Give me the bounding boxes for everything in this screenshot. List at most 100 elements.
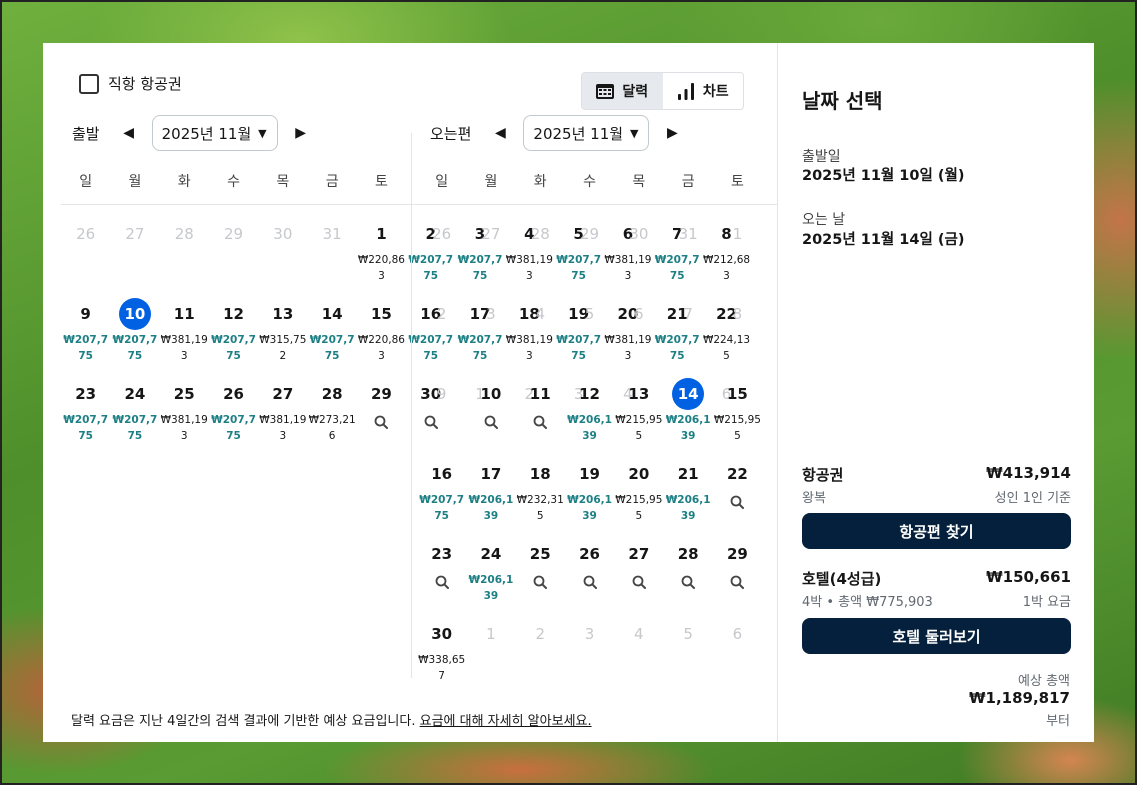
day-cell[interactable]: 29 <box>713 525 762 605</box>
day-cell[interactable]: 10 <box>466 365 515 445</box>
depart-month-value: 2025년 11월 <box>161 124 252 143</box>
return-calendar: 오는편 ◀ 2025년 11월 ▼ ▶ 일월화수목금토 26 27 28 29 30 31… <box>417 113 777 685</box>
day-cell[interactable]: 23 ₩207,775 <box>61 365 110 445</box>
hotel-basis: 1박 요금 <box>1022 595 1071 610</box>
day-number: 10 <box>480 385 502 403</box>
search-icon[interactable] <box>681 574 696 593</box>
day-cell: 31 <box>663 205 712 285</box>
day-cell[interactable]: 15 ₩215,955 <box>713 365 762 445</box>
search-icon[interactable] <box>533 574 548 593</box>
day-cell[interactable]: 12 ₩207,775 <box>209 285 258 365</box>
day-cell-selected[interactable]: 14 ₩206,139 <box>663 365 712 445</box>
day-number: 27 <box>481 225 501 243</box>
day-price: ₩207,775 <box>63 414 109 442</box>
day-cell[interactable]: 14 ₩207,775 <box>307 285 356 365</box>
day-cell[interactable]: 11 ₩381,193 <box>160 285 209 365</box>
day-cell[interactable]: 12 ₩206,139 <box>565 365 614 445</box>
day-price: ₩207,775 <box>211 334 256 362</box>
day-cell[interactable]: 28 <box>663 525 712 605</box>
day-number: 8 <box>732 305 743 323</box>
day-number: 25 <box>529 545 551 563</box>
chart-view-label: 차트 <box>702 84 729 100</box>
return-next-month-icon[interactable]: ▶ <box>661 125 683 141</box>
day-number: 12 <box>579 385 600 403</box>
day-number: 14 <box>672 378 705 410</box>
day-cell[interactable]: 9 ₩207,775 <box>61 285 110 365</box>
day-cell: 28 <box>160 205 209 285</box>
return-month-select[interactable]: 2025년 11월 ▼ <box>523 115 650 151</box>
weekday-label: 목 <box>276 174 290 190</box>
day-cell[interactable]: 19 ₩206,139 <box>565 445 614 525</box>
day-cell: 2 <box>417 285 466 365</box>
day-cell[interactable]: 1 ₩220,863 <box>357 205 406 285</box>
day-cell-selected[interactable]: 10 ₩207,775 <box>110 285 159 365</box>
day-cell[interactable]: 22 <box>713 445 762 525</box>
search-icon[interactable] <box>730 494 745 513</box>
day-cell: 1 <box>713 205 762 285</box>
day-cell[interactable]: 16 ₩207,775 <box>417 445 466 525</box>
day-number: 21 <box>677 465 699 483</box>
date-picker-card: 직항 항공권 달력 차트 출발 ◀ 2025년 11월 ▼ ▶ 일 월 화 수 … <box>43 43 1094 742</box>
day-price: ₩206,139 <box>468 494 514 522</box>
chevron-down-icon: ▼ <box>629 126 639 140</box>
day-cell[interactable]: 24 ₩206,139 <box>466 525 515 605</box>
day-cell[interactable]: 30 ₩338,657 <box>417 605 466 685</box>
day-cell[interactable]: 18 ₩232,315 <box>516 445 565 525</box>
day-cell[interactable]: 20 ₩215,955 <box>614 445 663 525</box>
day-cell[interactable]: 13 ₩215,955 <box>614 365 663 445</box>
day-cell[interactable]: 28 ₩273,216 <box>307 365 356 445</box>
search-icon[interactable] <box>730 574 745 593</box>
day-number: 11 <box>529 385 551 403</box>
search-icon[interactable] <box>484 414 498 433</box>
search-icon[interactable] <box>435 574 449 593</box>
day-cell[interactable]: 17 ₩206,139 <box>466 445 515 525</box>
day-cell[interactable]: 26 ₩207,775 <box>209 365 258 445</box>
depart-month-select[interactable]: 2025년 11월 ▼ <box>151 115 278 151</box>
depart-prev-month-icon[interactable]: ◀ <box>118 125 140 141</box>
day-cell[interactable]: 25 <box>516 525 565 605</box>
search-icon[interactable] <box>583 574 597 593</box>
calendar-view-button[interactable]: 달력 <box>582 73 663 109</box>
day-number: 20 <box>628 465 650 483</box>
day-cell[interactable]: 27 <box>614 525 663 605</box>
day-cell[interactable]: 26 <box>565 525 614 605</box>
day-price: ₩232,315 <box>516 494 564 522</box>
day-cell[interactable]: 24 ₩207,775 <box>110 365 159 445</box>
hotel-price: ₩150,661 <box>986 568 1071 586</box>
day-number: 1 <box>486 625 496 643</box>
day-cell[interactable]: 29 <box>357 365 406 445</box>
day-price: ₩207,775 <box>211 414 256 442</box>
weekday-label: 수 <box>227 174 240 190</box>
day-price: ₩207,775 <box>112 334 158 362</box>
browse-hotels-button[interactable]: 호텔 둘러보기 <box>802 618 1071 654</box>
learn-more-link[interactable]: 요금에 대해 자세히 알아보세요. <box>420 714 592 729</box>
chart-view-button[interactable]: 차트 <box>663 73 744 109</box>
search-icon[interactable] <box>533 414 548 433</box>
day-price: ₩207,775 <box>309 334 355 362</box>
day-number: 14 <box>321 305 343 323</box>
day-number: 2 <box>436 305 447 323</box>
return-prev-month-icon[interactable]: ◀ <box>489 125 511 141</box>
footnote-text: 달력 요금은 지난 4일간의 검색 결과에 기반한 예상 요금입니다. <box>71 714 420 729</box>
day-cell[interactable]: 23 <box>417 525 466 605</box>
checkbox-icon[interactable] <box>79 73 99 94</box>
day-cell[interactable]: 21 ₩206,139 <box>663 445 712 525</box>
direct-flights-checkbox[interactable]: 직항 항공권 <box>79 73 182 94</box>
search-icon[interactable] <box>632 574 646 593</box>
day-cell[interactable]: 27 ₩381,193 <box>258 365 307 445</box>
day-number: 16 <box>431 465 453 483</box>
day-price: ₩215,955 <box>615 414 663 442</box>
day-cell: 30 <box>258 205 307 285</box>
day-cell[interactable]: 15 ₩220,863 <box>357 285 406 365</box>
return-date-value: 2025년 11월 14일 (금) <box>802 232 965 248</box>
search-icon[interactable] <box>374 414 389 433</box>
day-cell[interactable]: 13 ₩315,752 <box>258 285 307 365</box>
depart-next-month-icon[interactable]: ▶ <box>290 125 312 141</box>
day-number: 4 <box>535 305 545 323</box>
find-flights-button[interactable]: 항공편 찾기 <box>802 513 1071 549</box>
day-cell[interactable]: 25 ₩381,193 <box>160 365 209 445</box>
day-cell[interactable]: 11 <box>516 365 565 445</box>
weekday-label: 수 <box>583 174 596 190</box>
day-cell: 6 <box>713 605 762 685</box>
day-cell: 29 <box>209 205 258 285</box>
